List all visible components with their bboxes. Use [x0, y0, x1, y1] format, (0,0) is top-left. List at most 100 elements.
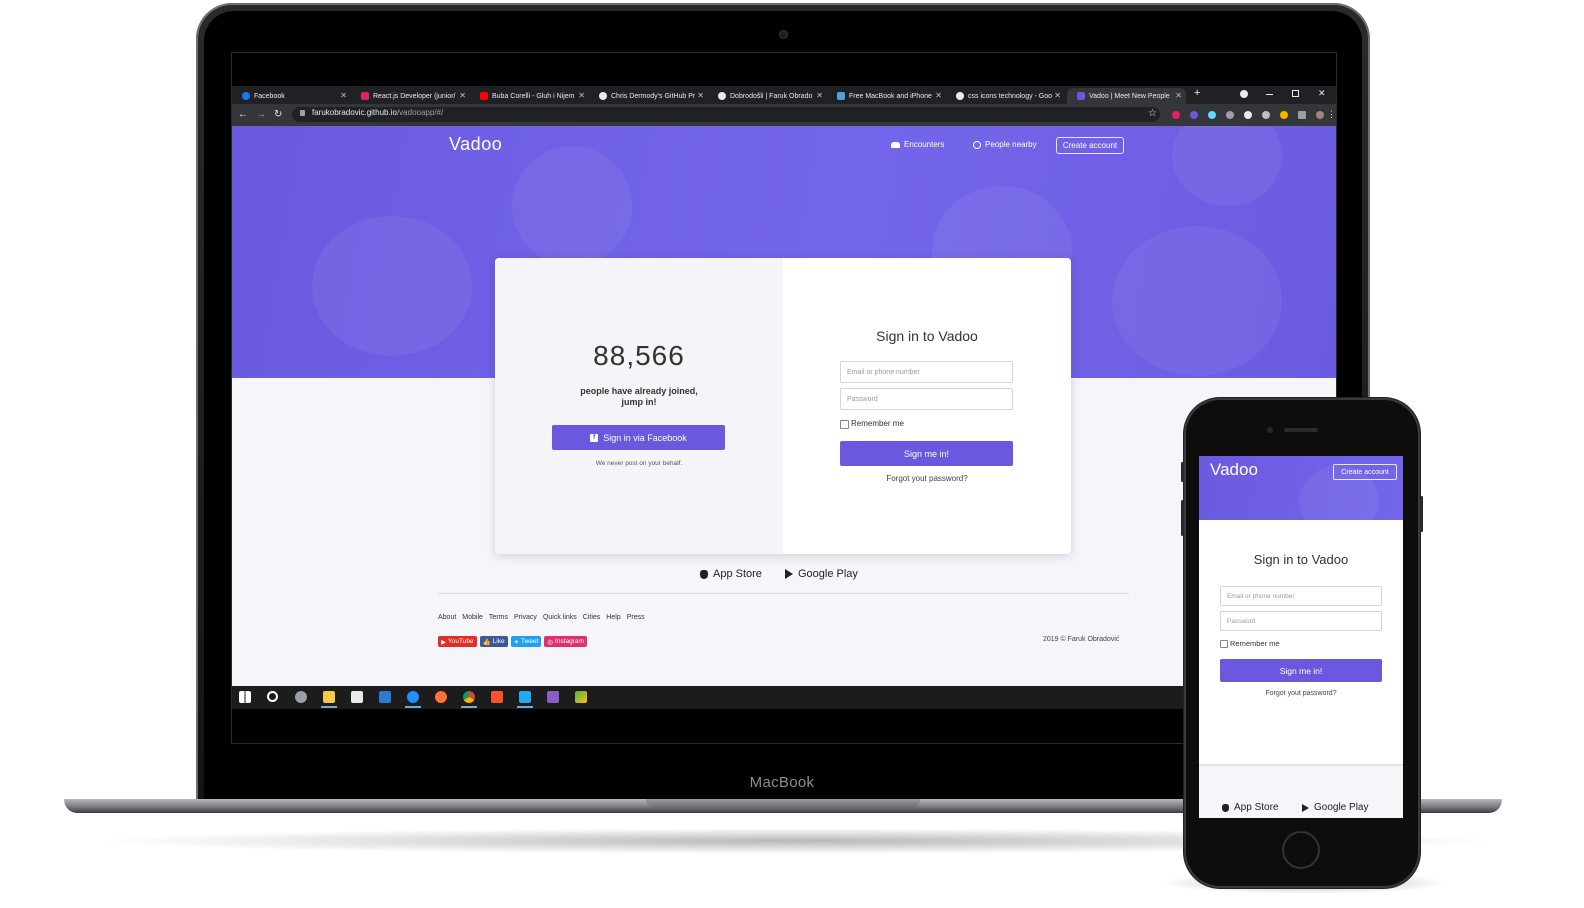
puzzle-icon[interactable] [1298, 111, 1306, 119]
thumbs-up-icon: 👍 [482, 638, 491, 646]
search-icon[interactable] [267, 691, 278, 702]
windows-start-icon[interactable] [239, 691, 251, 703]
youtube-icon: ▶ [441, 638, 446, 646]
phone-email-field[interactable]: Email or phone number [1220, 586, 1382, 606]
close-icon[interactable]: ✕ [459, 91, 466, 100]
forward-icon[interactable]: → [256, 109, 266, 120]
url-host: farukobradovic.github.io [312, 108, 397, 117]
mail-icon[interactable] [379, 691, 391, 703]
reload-icon[interactable]: ↻ [274, 109, 282, 120]
youtube-label: YouTube [448, 638, 474, 645]
footer-link-help[interactable]: Help [606, 614, 620, 621]
remember-me-checkbox[interactable] [840, 420, 849, 429]
facebook-icon: f [590, 433, 599, 442]
react-devtools-icon[interactable] [1208, 111, 1216, 119]
extension-icon[interactable] [1226, 111, 1234, 119]
close-icon[interactable]: ✕ [340, 91, 347, 100]
tab-title: css icons technology - Goo [968, 92, 1053, 100]
extension-icon[interactable] [1172, 111, 1180, 119]
phone-google-play-label: Google Play [1314, 802, 1369, 813]
close-icon[interactable]: ✕ [697, 91, 704, 100]
password-field[interactable]: Password [840, 388, 1013, 410]
tab-title: Free MacBook and iPhone [849, 92, 932, 100]
nav-encounters[interactable]: Encounters [891, 140, 944, 149]
close-icon[interactable]: ✕ [935, 91, 942, 100]
tweet-label: Tweet [521, 638, 539, 645]
restore-icon[interactable] [1292, 90, 1299, 97]
tab-mockup[interactable]: Free MacBook and iPhone ✕ [827, 88, 946, 104]
chrome-icon[interactable] [461, 691, 477, 708]
phone-forgot-password-link[interactable]: Forgot yout password? [1199, 690, 1403, 697]
vscode-icon[interactable] [517, 691, 533, 708]
instagram-button[interactable]: ◎ Instagram [544, 636, 587, 647]
google-play-link[interactable]: Google Play [785, 568, 858, 580]
phone-password-field[interactable]: Password [1220, 611, 1382, 631]
forgot-password-link[interactable]: Forgot yout password? [783, 474, 1071, 483]
tab-search-icon[interactable] [1240, 90, 1248, 98]
footer-link-mobile[interactable]: Mobile [462, 614, 483, 621]
extension-icon[interactable] [1244, 111, 1252, 119]
phone-google-play-link[interactable]: Google Play [1302, 802, 1368, 813]
footer-link-quick-links[interactable]: Quick links [543, 614, 577, 621]
apple-icon [1222, 803, 1229, 812]
site-logo[interactable]: Vadoo [449, 134, 502, 155]
close-icon[interactable]: ✕ [1054, 91, 1061, 100]
youtube-button[interactable]: ▶ YouTube [438, 636, 477, 647]
facebook-like-button[interactable]: 👍 Like [479, 636, 508, 647]
phone-remember-me-checkbox[interactable] [1220, 640, 1228, 648]
email-field[interactable]: Email or phone number [840, 361, 1013, 383]
nav-people-nearby[interactable]: People nearby [973, 140, 1037, 149]
phone-app-store-label: App Store [1234, 802, 1279, 813]
taskbar-app-icon[interactable] [295, 691, 307, 703]
extension-icon[interactable] [1262, 111, 1270, 119]
signin-card: 88,566 people have already joined, jump … [495, 258, 1071, 554]
footer-link-terms[interactable]: Terms [489, 614, 508, 621]
extension-icon[interactable] [1280, 111, 1288, 119]
footer-link-about[interactable]: About [438, 614, 456, 621]
window-close-icon[interactable]: ✕ [1318, 88, 1326, 99]
tab-vadoo[interactable]: Vadoo | Meet New People ✕ [1067, 88, 1186, 104]
github-icon [718, 92, 726, 100]
tab-google-search[interactable]: css icons technology - Goo ✕ [946, 88, 1065, 104]
phone-app-store-link[interactable]: App Store [1222, 802, 1278, 813]
social-buttons: ▶ YouTube 👍 Like ✦ Tweet ◎ Instagram [438, 636, 587, 647]
phone-site-logo[interactable]: Vadoo [1210, 460, 1258, 480]
bookmark-star-icon[interactable]: ☆ [1148, 108, 1157, 119]
footer-link-press[interactable]: Press [627, 614, 645, 621]
minimize-icon[interactable] [1266, 94, 1273, 95]
tab-github[interactable]: Chris Dermody's GitHub Pr ✕ [589, 88, 708, 104]
app-store-link[interactable]: App Store [700, 568, 762, 580]
tab-title: Vadoo | Meet New People [1089, 92, 1170, 100]
phone-remember-me-label: Remember me [1230, 639, 1280, 648]
tab-facebook[interactable]: Facebook ✕ [232, 88, 351, 104]
store-icon[interactable] [351, 691, 363, 703]
footer-link-cities[interactable]: Cities [583, 614, 601, 621]
avatar[interactable] [1316, 111, 1324, 119]
signin-button[interactable]: Sign me in! [840, 441, 1013, 466]
extension-icon[interactable] [1190, 111, 1198, 119]
tab-dobrodosli[interactable]: Dobrodošli | Faruk Obrado ✕ [708, 88, 827, 104]
facebook-signin-button[interactable]: f Sign in via Facebook [552, 425, 725, 450]
close-icon[interactable]: ✕ [816, 91, 823, 100]
create-account-button[interactable]: Create account [1056, 137, 1124, 154]
back-icon[interactable]: ← [238, 109, 248, 120]
phone-create-account-button[interactable]: Create account [1333, 464, 1397, 480]
close-icon[interactable]: ✕ [1175, 91, 1182, 100]
terminal-icon[interactable] [575, 691, 587, 703]
footer-link-privacy[interactable]: Privacy [514, 614, 537, 621]
edge-icon[interactable] [405, 691, 421, 708]
tab-react-developer[interactable]: React.js Developer (junior/ ✕ [351, 88, 470, 104]
phone-signin-title: Sign in to Vadoo [1253, 552, 1349, 567]
tweet-button[interactable]: ✦ Tweet [510, 636, 542, 647]
visual-studio-icon[interactable] [547, 691, 559, 703]
tab-youtube[interactable]: Buba Corelli - Gluh i Nijem ✕ [470, 88, 589, 104]
menu-dots-icon[interactable]: ⋮ [1327, 109, 1336, 120]
image-site-icon [837, 92, 845, 100]
new-tab-button[interactable]: + [1194, 87, 1200, 99]
firefox-icon[interactable] [435, 691, 447, 703]
close-icon[interactable]: ✕ [578, 91, 585, 100]
phone-signin-button[interactable]: Sign me in! [1220, 659, 1382, 682]
brave-icon[interactable] [491, 691, 503, 703]
file-explorer-icon[interactable] [321, 691, 337, 708]
hero-decoration [1172, 126, 1282, 206]
